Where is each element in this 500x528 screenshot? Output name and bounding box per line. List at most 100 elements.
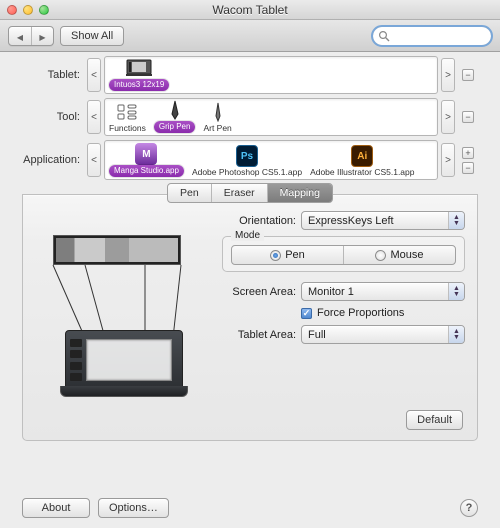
popup-arrows-icon: ▲▼	[448, 212, 464, 229]
tablet-label: Tablet:	[12, 69, 84, 81]
force-proportions-checkbox[interactable]: Force Proportions	[301, 307, 404, 319]
mode-group: Mode Pen Mouse	[222, 236, 465, 272]
app-remove-button[interactable]: −	[462, 162, 474, 174]
radio-pen-icon	[270, 250, 281, 261]
tool-item-artpen[interactable]: Art Pen	[203, 102, 231, 133]
illustrator-icon: Ai	[351, 145, 373, 167]
manga-studio-icon: M	[135, 143, 157, 165]
search-icon	[378, 30, 390, 42]
app-add-button[interactable]: +	[462, 147, 474, 159]
app-item-label: Adobe Photoshop CS5.1.app	[192, 167, 302, 177]
tool-well[interactable]: Functions Grip Pen Art Pen	[104, 98, 438, 136]
application-label: Application:	[12, 154, 84, 166]
options-button[interactable]: Options…	[98, 498, 169, 518]
tool-item-label: Grip Pen	[154, 121, 196, 133]
tablet-area-popup[interactable]: Full ▲▼	[301, 325, 465, 344]
tablet-item-label: Intuos3 12x19	[109, 79, 169, 91]
selector-rows: Tablet: < Intuos3 12x19 > − Tool:	[0, 52, 500, 180]
tablet-next-button[interactable]: >	[441, 58, 455, 92]
orientation-label: Orientation:	[218, 215, 296, 227]
tool-next-button[interactable]: >	[441, 100, 455, 134]
tab-eraser[interactable]: Eraser	[211, 184, 267, 202]
window-titlebar: Wacom Tablet	[0, 0, 500, 20]
force-proportions-label: Force Proportions	[317, 307, 404, 319]
tablet-well[interactable]: Intuos3 12x19	[104, 56, 438, 94]
art-pen-icon	[205, 102, 231, 122]
tool-remove-button[interactable]: −	[462, 111, 474, 123]
screen-area-label: Screen Area:	[218, 286, 296, 298]
mode-mouse-option[interactable]: Mouse	[343, 246, 455, 264]
tablet-area-row: Tablet Area: Full ▲▼	[218, 325, 465, 344]
traffic-lights	[7, 5, 49, 15]
checkbox-icon	[301, 308, 312, 319]
back-button[interactable]	[9, 27, 31, 45]
zoom-window-icon[interactable]	[39, 5, 49, 15]
tablet-item[interactable]: Intuos3 12x19	[109, 58, 169, 91]
mode-pen-label: Pen	[285, 249, 305, 261]
default-button[interactable]: Default	[406, 410, 463, 430]
help-icon: ?	[466, 502, 473, 514]
footer: About Options… ?	[0, 498, 500, 518]
app-prev-button[interactable]: <	[87, 143, 101, 177]
popup-arrows-icon: ▲▼	[448, 283, 464, 300]
search-field-wrapper	[372, 26, 492, 46]
popup-arrows-icon: ▲▼	[448, 326, 464, 343]
nav-back-forward	[8, 26, 54, 46]
tablet-device-icon	[126, 58, 152, 78]
tab-pen[interactable]: Pen	[168, 184, 211, 202]
application-row: Application: < M Manga Studio.app Ps Ado…	[12, 140, 488, 180]
force-proportions-row: Force Proportions	[218, 307, 465, 319]
tablet-prev-button[interactable]: <	[87, 58, 101, 92]
tool-row: Tool: < Functions	[12, 98, 488, 136]
functions-icon	[114, 102, 140, 122]
tool-plusminus: −	[458, 111, 488, 123]
minimize-window-icon[interactable]	[23, 5, 33, 15]
tab-mapping[interactable]: Mapping	[267, 184, 332, 202]
tool-item-grippen[interactable]: Grip Pen	[154, 100, 196, 133]
tablet-area-value: Full	[308, 329, 326, 341]
orientation-value: ExpressKeys Left	[308, 215, 394, 227]
orientation-popup[interactable]: ExpressKeys Left ▲▼	[301, 211, 465, 230]
screen-area-row: Screen Area: Monitor 1 ▲▼	[218, 282, 465, 301]
mapping-panel: Orientation: ExpressKeys Left ▲▼ Mode Pe…	[22, 194, 478, 441]
radio-mouse-icon	[375, 250, 386, 261]
close-window-icon[interactable]	[7, 5, 17, 15]
screen-area-value: Monitor 1	[308, 286, 354, 298]
tablet-plusminus: −	[458, 69, 488, 81]
tool-item-label: Functions	[109, 123, 146, 133]
prefs-toolbar: Show All	[0, 20, 500, 52]
tablet-remove-button[interactable]: −	[462, 69, 474, 81]
search-input[interactable]	[372, 26, 492, 46]
tablet-illustration-icon	[65, 330, 183, 390]
tool-prev-button[interactable]: <	[87, 100, 101, 134]
app-plusminus: + −	[458, 147, 488, 174]
tool-label: Tool:	[12, 111, 84, 123]
mode-segmented: Pen Mouse	[231, 245, 456, 265]
show-all-button[interactable]: Show All	[60, 26, 124, 46]
app-item-label: Manga Studio.app	[109, 165, 184, 177]
chevron-right-icon	[39, 28, 45, 43]
screen-area-popup[interactable]: Monitor 1 ▲▼	[301, 282, 465, 301]
app-next-button[interactable]: >	[441, 143, 455, 177]
tool-item-functions[interactable]: Functions	[109, 102, 146, 133]
tablet-area-label: Tablet Area:	[218, 329, 296, 341]
tablet-row: Tablet: < Intuos3 12x19 > −	[12, 56, 488, 94]
mode-pen-option[interactable]: Pen	[232, 246, 343, 264]
app-item-label: Adobe Illustrator CS5.1.app	[310, 167, 414, 177]
grip-pen-icon	[162, 100, 188, 120]
tool-item-label: Art Pen	[203, 123, 231, 133]
help-button[interactable]: ?	[460, 499, 478, 517]
application-well[interactable]: M Manga Studio.app Ps Adobe Photoshop CS…	[104, 140, 438, 180]
photoshop-icon: Ps	[236, 145, 258, 167]
mode-legend: Mode	[231, 230, 264, 241]
forward-button[interactable]	[31, 27, 53, 45]
about-button[interactable]: About	[22, 498, 90, 518]
mode-mouse-label: Mouse	[390, 249, 423, 261]
app-item-photoshop[interactable]: Ps Adobe Photoshop CS5.1.app	[192, 145, 302, 177]
app-item-manga-studio[interactable]: M Manga Studio.app	[109, 143, 184, 177]
mapping-settings: Orientation: ExpressKeys Left ▲▼ Mode Pe…	[218, 207, 465, 390]
app-item-illustrator[interactable]: Ai Adobe Illustrator CS5.1.app	[310, 145, 414, 177]
window-title: Wacom Tablet	[0, 3, 500, 17]
orientation-row: Orientation: ExpressKeys Left ▲▼	[218, 211, 465, 230]
chevron-left-icon	[17, 28, 23, 43]
